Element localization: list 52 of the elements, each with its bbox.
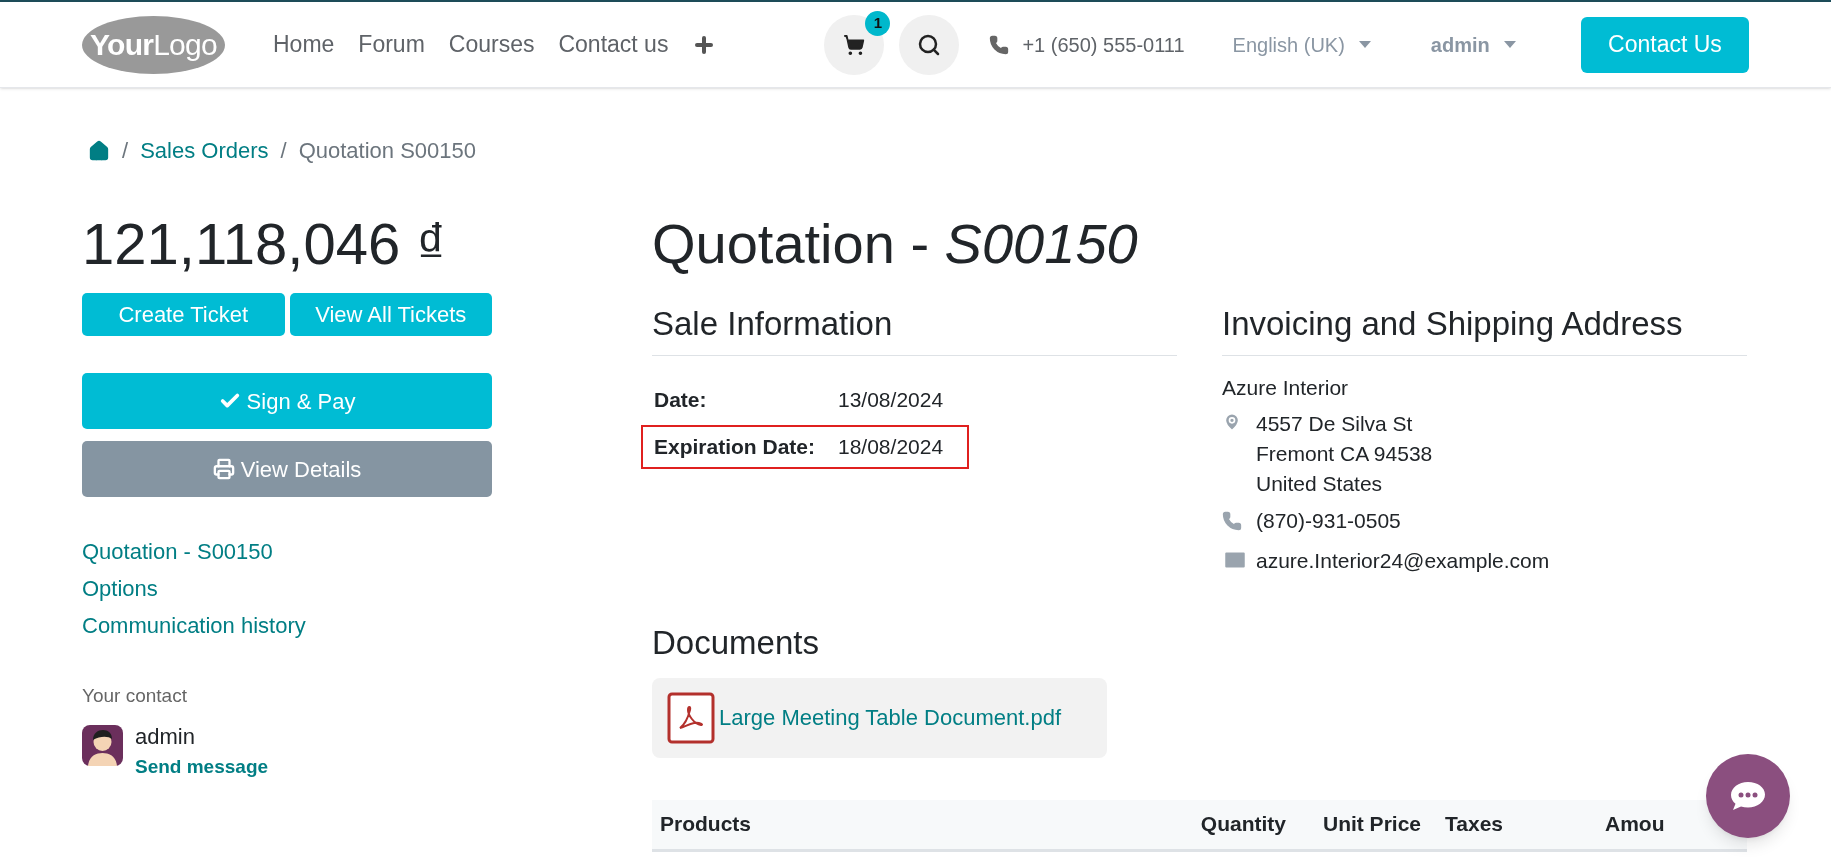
column-header: Taxes bbox=[1445, 811, 1504, 838]
avatar-icon bbox=[82, 724, 123, 766]
column-header: Quantity bbox=[1199, 811, 1287, 838]
nav-link[interactable]: Courses bbox=[448, 27, 535, 62]
quotation-title: Quotation - S00150 bbox=[652, 211, 1139, 277]
column-header: Products bbox=[660, 811, 752, 838]
customer-name: Azure Interior bbox=[1222, 374, 1350, 401]
nav-link[interactable]: Home bbox=[273, 27, 335, 62]
column-header: Unit Price bbox=[1321, 811, 1422, 838]
pdf-icon bbox=[667, 691, 715, 744]
cart-icon bbox=[843, 33, 866, 56]
view-details-button[interactable]: View Details bbox=[82, 441, 492, 497]
breadcrumb-current: Quotation S00150 bbox=[298, 137, 476, 165]
contact-name: admin bbox=[135, 724, 196, 749]
send-message-link[interactable]: Send message bbox=[135, 752, 269, 781]
user-menu[interactable]: admin bbox=[1430, 29, 1516, 60]
nav-link[interactable]: Contact us bbox=[558, 27, 669, 62]
nav-link[interactable]: Forum bbox=[358, 27, 425, 62]
breadcrumb-link[interactable]: Sales Orders bbox=[140, 134, 269, 167]
printer-icon bbox=[212, 458, 235, 480]
section-link[interactable]: Options bbox=[82, 572, 492, 605]
cart-count-badge: 1 bbox=[865, 10, 891, 36]
chat-bubble-icon bbox=[1730, 781, 1766, 811]
phone-icon bbox=[989, 34, 1010, 55]
language-dropdown[interactable]: English (UK) bbox=[1232, 29, 1371, 60]
address-line: Fremont CA 94538 bbox=[1256, 441, 1433, 467]
address-line: 4557 De Silva St bbox=[1256, 411, 1414, 437]
caret-icon bbox=[1358, 41, 1371, 48]
phone-number: +1 (650) 555-0111 bbox=[1022, 32, 1185, 58]
contact-label: Your contact bbox=[82, 684, 188, 708]
address-line: United States bbox=[1256, 471, 1384, 497]
column-header: Amou bbox=[1605, 811, 1666, 838]
phone-icon bbox=[1222, 510, 1242, 531]
section-link[interactable]: Quotation - S00150 bbox=[82, 535, 492, 568]
total-amount: 121,118,046 ₫ bbox=[82, 211, 448, 277]
breadcrumb-separator: / bbox=[122, 137, 129, 165]
section-heading: Sale Information bbox=[652, 299, 1177, 356]
document-link[interactable]: Large Meeting Table Document.pdf bbox=[652, 677, 1107, 758]
customer-phone: (870)-931-0505 bbox=[1256, 508, 1401, 534]
search-icon bbox=[917, 32, 942, 57]
logo[interactable]: YourLogo bbox=[82, 15, 225, 74]
field-value: 18/08/2024 bbox=[838, 434, 944, 460]
field-label: Date: bbox=[654, 386, 708, 413]
section-heading: Invoicing and Shipping Address bbox=[1222, 299, 1747, 356]
documents-heading: Documents bbox=[652, 623, 820, 663]
section-link[interactable]: Communication history bbox=[82, 609, 492, 642]
customer-email: azure.Interior24@example.com bbox=[1256, 547, 1550, 574]
home-icon[interactable] bbox=[88, 139, 110, 162]
field-label: Expiration Date: bbox=[654, 434, 817, 460]
breadcrumb-separator: / bbox=[280, 137, 287, 165]
field-value: 13/08/2024 bbox=[838, 386, 944, 413]
caret-icon bbox=[1503, 41, 1516, 48]
